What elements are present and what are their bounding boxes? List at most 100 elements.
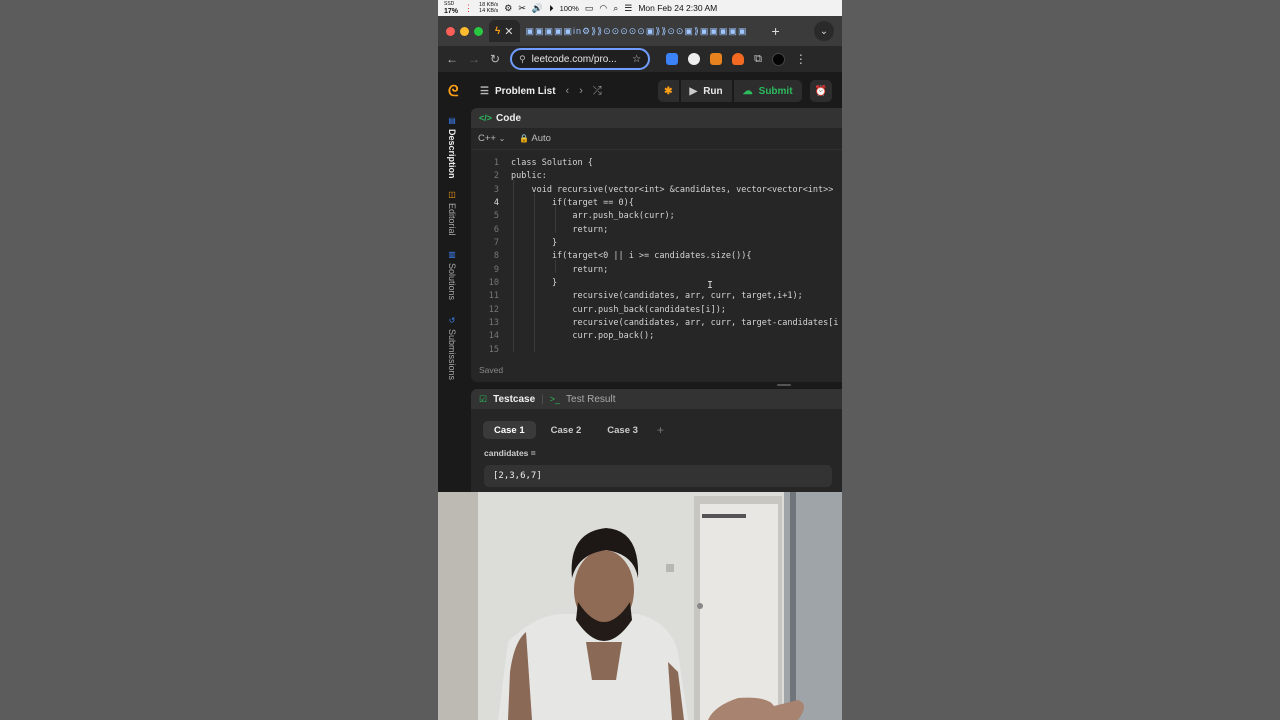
tab-submissions[interactable]: ↺ Submissions — [447, 316, 457, 380]
prev-problem-icon[interactable]: ‹ — [566, 85, 570, 97]
play-status-icon[interactable]: ⏵ — [549, 3, 554, 14]
solutions-icon: ▥ — [448, 250, 456, 259]
panel-resize-handle[interactable] — [471, 383, 842, 387]
active-tab[interactable]: ϟ ✕ — [489, 20, 520, 42]
testcase-panel: ☑ Testcase | >_ Test Result Case 1 Case … — [471, 389, 842, 499]
code-line[interactable]: class Solution { — [511, 158, 593, 168]
code-line[interactable]: return; — [511, 265, 608, 275]
extension-white-icon[interactable] — [688, 53, 701, 65]
case-tab[interactable]: Case 1 — [483, 421, 536, 439]
language-select[interactable]: C++ ⌄ — [478, 133, 505, 144]
resize-grip[interactable] — [777, 384, 791, 386]
line-number: 14 — [488, 331, 499, 341]
submissions-icon: ↺ — [448, 316, 456, 325]
address-bar[interactable]: ⚲ leetcode.com/pro... ☆ — [510, 48, 651, 70]
leetcode-logo-icon[interactable]: ᘓ — [448, 83, 464, 100]
language-label: C++ — [478, 133, 496, 144]
profile-avatar[interactable] — [771, 52, 785, 66]
line-number: 4 — [493, 198, 499, 208]
extension-flame-icon[interactable] — [732, 53, 745, 65]
zoom-window-icon[interactable] — [474, 26, 483, 36]
code-line[interactable]: recursive(candidates, arr, curr, target-… — [511, 318, 838, 328]
reload-icon[interactable]: ↻ — [490, 52, 500, 66]
line-number: 6 — [493, 225, 499, 235]
tab-search-icon[interactable]: ⌄ — [814, 21, 834, 41]
code-line[interactable]: curr.pop_back(); — [511, 331, 654, 341]
case-tabs: Case 1 Case 2 Case 3 + — [471, 421, 842, 439]
code-line[interactable]: public: — [511, 171, 547, 181]
battery-icon[interactable]: ▭ — [585, 3, 594, 14]
bug-icon: ✱ — [664, 85, 673, 97]
cloud-upload-icon: ☁ — [742, 85, 753, 97]
editorial-icon: ◫ — [448, 190, 456, 199]
battery-percent: 100% — [559, 3, 579, 13]
code-tag-icon: </> — [479, 113, 493, 123]
code-line[interactable]: return; — [511, 225, 608, 235]
next-problem-icon[interactable]: › — [579, 85, 583, 97]
wifi-icon[interactable]: ◠ — [599, 3, 607, 14]
code-line[interactable]: if(target<0 || i >= candidates.size()){ — [511, 251, 752, 261]
extension-fox-icon[interactable] — [710, 53, 723, 65]
new-tab-icon[interactable]: + — [772, 23, 780, 39]
line-number: 11 — [488, 291, 499, 301]
site-settings-icon[interactable]: ⚲ — [519, 54, 526, 65]
save-status: Saved — [479, 365, 504, 375]
list-icon: ☰ — [480, 85, 489, 97]
extensions-puzzle-icon[interactable]: ⧉ — [754, 53, 762, 66]
tab-test-result[interactable]: Test Result — [566, 394, 615, 405]
back-arrow-icon[interactable]: ← — [446, 52, 458, 66]
tab-solutions[interactable]: ▥ Solutions — [447, 250, 457, 300]
case-tab[interactable]: Case 2 — [540, 421, 593, 439]
submit-button[interactable]: ☁ Submit — [733, 80, 802, 102]
add-case-icon[interactable]: + — [657, 423, 664, 437]
close-tab-icon[interactable]: ✕ — [504, 25, 513, 38]
timer-button[interactable]: ⏰ — [809, 80, 832, 102]
spotlight-search-icon[interactable]: ⌕ — [613, 3, 618, 14]
extension-blue-icon[interactable] — [666, 53, 679, 65]
text-cursor-icon: I — [707, 280, 714, 291]
url-text[interactable]: leetcode.com/pro... — [532, 54, 617, 65]
case-tab[interactable]: Case 3 — [596, 421, 649, 439]
code-line[interactable]: } — [511, 278, 557, 288]
code-line[interactable]: recursive(candidates, arr, curr, target,… — [511, 291, 802, 301]
debug-button[interactable]: ✱ — [658, 80, 679, 102]
line-number: 1 — [493, 158, 499, 168]
minimize-window-icon[interactable] — [460, 26, 469, 36]
forward-arrow-icon[interactable]: → — [468, 52, 480, 66]
window-controls — [446, 26, 483, 36]
code-line[interactable]: void recursive(vector<int> &candidates, … — [511, 185, 833, 195]
run-submit-group: ✱ ▶ Run ☁ Submit ⏰ — [658, 80, 832, 102]
code-line[interactable]: if(target == 0){ — [511, 198, 634, 208]
menu-clock: Mon Feb 24 2:30 AM — [638, 3, 718, 13]
pinned-tab-favicons[interactable]: ▣▣▣▣▣in⚙⟫⟫⊙⊙⊙⊙⊙▣⟫⟫⊙⊙▣⟫▣▣▣▣▣ — [526, 26, 766, 37]
auto-mode-label: Auto — [531, 133, 551, 144]
run-button[interactable]: ▶ Run — [680, 80, 732, 102]
app-switch-icon[interactable]: ⚙ — [504, 3, 512, 14]
code-line[interactable]: curr.push_back(candidates[i]); — [511, 305, 726, 315]
code-line[interactable]: } — [511, 238, 557, 248]
chevron-down-icon: ⌄ — [498, 134, 506, 143]
control-center-icon[interactable]: ☰ — [624, 3, 632, 14]
auto-mode-toggle[interactable]: 🔒 Auto — [519, 133, 551, 144]
tab-testcase[interactable]: Testcase — [493, 394, 535, 405]
line-number: 15 — [488, 345, 499, 355]
browser-tab-strip: ϟ ✕ ▣▣▣▣▣in⚙⟫⟫⊙⊙⊙⊙⊙▣⟫⟫⊙⊙▣⟫▣▣▣▣▣ + ⌄ — [438, 16, 842, 46]
webcam-overlay — [438, 492, 842, 720]
code-line[interactable]: arr.push_back(curr); — [511, 211, 674, 221]
problem-list-button[interactable]: ☰ Problem List — [480, 86, 556, 97]
leetcode-header: ᘓ ☰ Problem List ‹ › ⤮ ✱ ▶ Run ☁ Submit … — [438, 76, 842, 106]
mac-menu-bar: SSD 17% ⋮ 18 KB/s 14 KB/s ⚙ ✂ 🔊 ⏵ 100% ▭… — [438, 0, 842, 16]
close-window-icon[interactable] — [446, 26, 455, 36]
code-editor[interactable]: 1 2 3 4 5 6 7 8 9 10 11 12 13 14 15 clas… — [471, 156, 842, 360]
tab-description[interactable]: ▤ Description — [447, 116, 457, 179]
volume-icon[interactable]: 🔊 — [532, 3, 543, 14]
variable-input[interactable]: [2,3,6,7] — [484, 465, 832, 487]
tab-editorial[interactable]: ◫ Editorial — [447, 190, 457, 236]
code-panel-title: Code — [496, 112, 522, 124]
scissors-icon[interactable]: ✂ — [518, 3, 526, 14]
browser-menu-icon[interactable]: ⋮ — [795, 52, 807, 66]
shuffle-icon[interactable]: ⤮ — [593, 85, 602, 98]
left-tab-rail: ▤ Description ◫ Editorial ▥ Solutions ↺ … — [438, 106, 468, 492]
run-label: Run — [703, 85, 723, 97]
bookmark-star-icon[interactable]: ☆ — [632, 54, 641, 65]
